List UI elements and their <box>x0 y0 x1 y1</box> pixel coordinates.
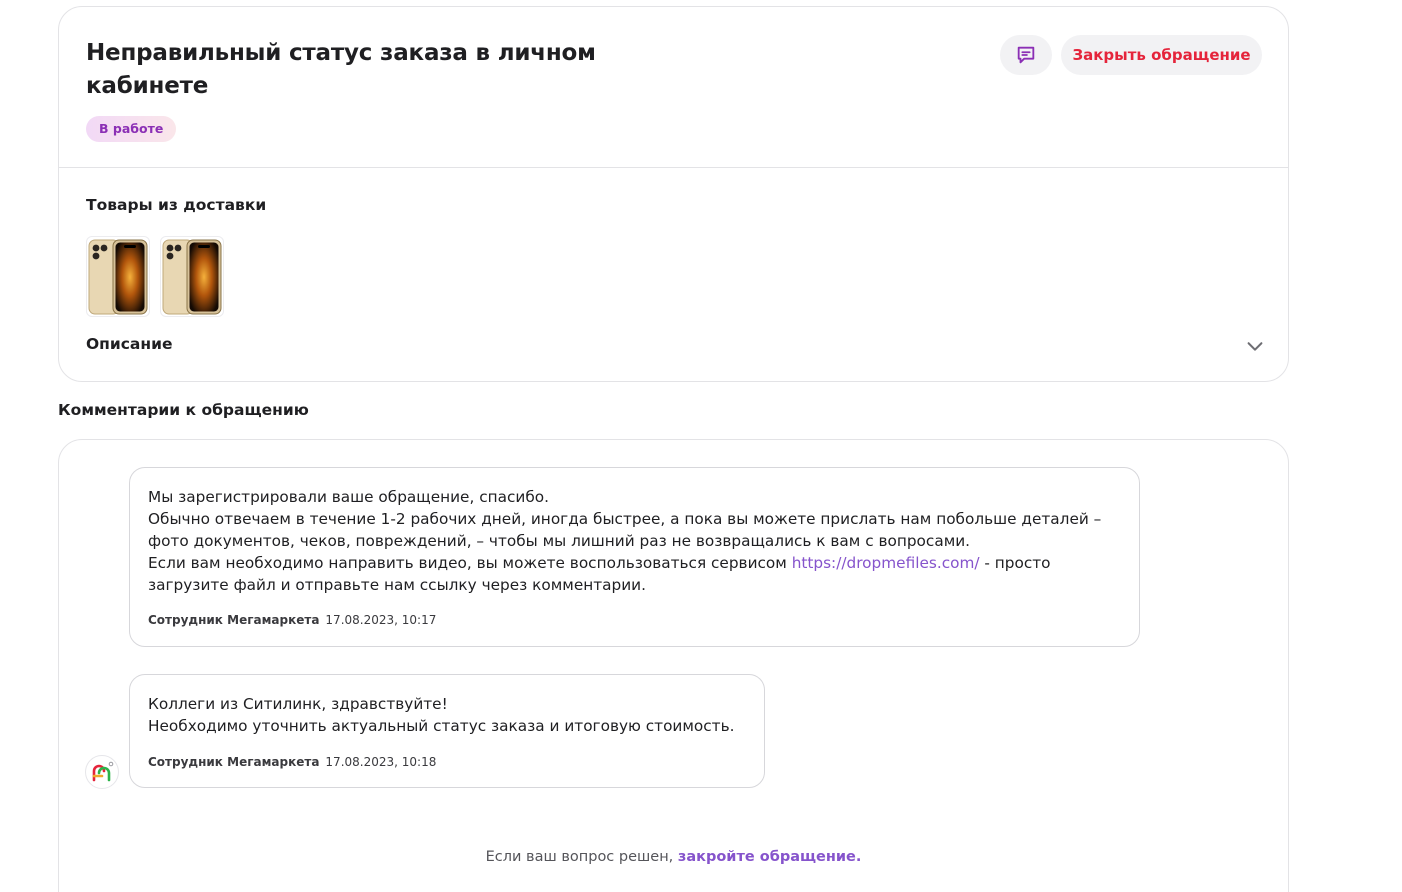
comment-bubble: Мы зарегистрировали ваше обращение, спас… <box>129 467 1140 647</box>
description-label[interactable]: Описание <box>86 335 172 353</box>
close-ticket-button[interactable]: Закрыть обращение <box>1061 35 1262 75</box>
ticket-card: Неправильный статус заказа в личном каби… <box>58 6 1289 382</box>
goods-item[interactable] <box>86 236 150 317</box>
ticket-header: Неправильный статус заказа в личном каби… <box>59 7 1288 168</box>
chat-bubble-icon <box>1017 46 1035 64</box>
comment-timestamp: 17.08.2023, 10:17 <box>325 613 437 627</box>
comment-bubble: Коллеги из Ситилинк, здравствуйте! Необх… <box>129 674 765 788</box>
status-badge: В работе <box>86 116 177 142</box>
chat-button[interactable] <box>1000 35 1052 75</box>
goods-item[interactable] <box>160 236 224 317</box>
comments-heading: Комментарии к обращению <box>58 401 309 419</box>
comment-timestamp: 17.08.2023, 10:18 <box>325 755 437 769</box>
dropmefiles-link[interactable]: https://dropmefiles.com/ <box>792 554 980 572</box>
goods-heading: Товары из доставки <box>86 196 267 214</box>
megamarket-logo-icon <box>92 761 114 782</box>
comment-meta: Сотрудник Мегамаркета 17.08.2023, 10:17 <box>148 613 436 627</box>
comment-meta: Сотрудник Мегамаркета 17.08.2023, 10:18 <box>148 755 436 769</box>
phone-product-image <box>88 239 148 314</box>
chevron-down-icon <box>1247 342 1263 351</box>
comment-text: Мы зарегистрировали ваше обращение, спас… <box>148 488 1102 594</box>
phone-product-image <box>162 239 222 314</box>
avatar <box>85 755 119 789</box>
comment-text: Коллеги из Ситилинк, здравствуйте! Необх… <box>148 695 735 735</box>
ticket-title: Неправильный статус заказа в личном каби… <box>86 40 596 99</box>
comments-card: Мы зарегистрировали ваше обращение, спас… <box>58 439 1289 892</box>
resolved-note: Если ваш вопрос решен, закройте обращени… <box>485 849 862 865</box>
comment-author: Сотрудник Мегамаркета <box>148 755 320 769</box>
goods-list <box>86 236 224 317</box>
comment-author: Сотрудник Мегамаркета <box>148 613 320 627</box>
description-toggle[interactable] <box>1244 335 1266 357</box>
close-ticket-link[interactable]: закройте обращение. <box>678 849 861 865</box>
